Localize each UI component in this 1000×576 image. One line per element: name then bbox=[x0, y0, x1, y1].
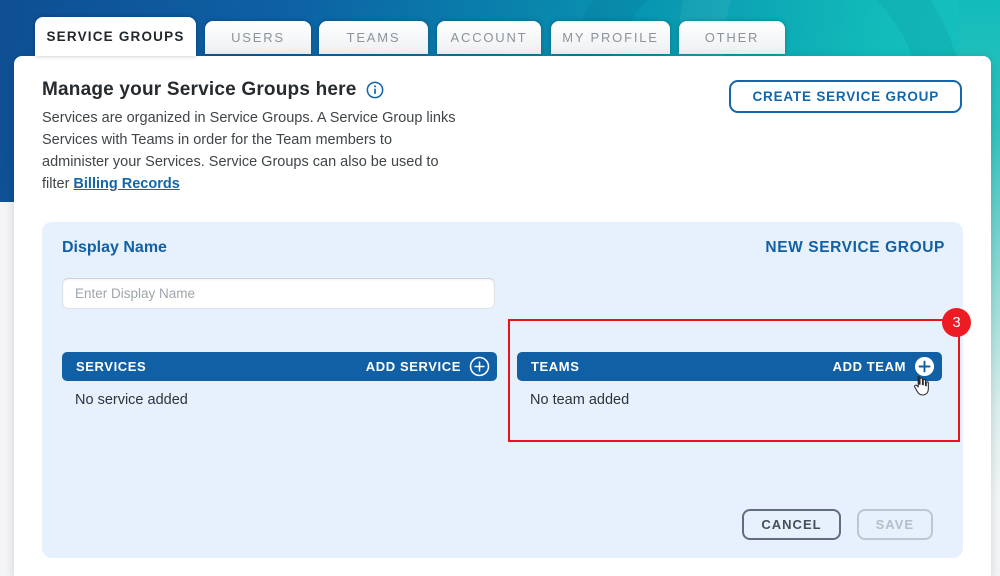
info-icon[interactable] bbox=[366, 81, 384, 99]
panel-header: Display Name NEW SERVICE GROUP bbox=[62, 239, 945, 257]
description-line: Services with Teams in order for the Tea… bbox=[42, 129, 455, 151]
teams-empty-text: No team added bbox=[530, 392, 942, 408]
billing-records-link[interactable]: Billing Records bbox=[73, 176, 179, 192]
service-group-form-panel: Display Name NEW SERVICE GROUP SERVICES … bbox=[42, 222, 963, 558]
cancel-button[interactable]: CANCEL bbox=[742, 509, 840, 540]
teams-section: TEAMS ADD TEAM No team added bbox=[517, 352, 942, 408]
teams-header-label: TEAMS bbox=[531, 359, 580, 374]
main-card: Manage your Service Groups here Services… bbox=[14, 56, 991, 576]
tab-teams[interactable]: TEAMS bbox=[319, 21, 428, 54]
page-description: Services are organized in Service Groups… bbox=[42, 107, 455, 195]
services-empty-text: No service added bbox=[75, 392, 497, 408]
description-line-prefix: filter bbox=[42, 176, 73, 192]
tab-service-groups[interactable]: SERVICE GROUPS bbox=[35, 17, 196, 56]
display-name-input[interactable] bbox=[62, 278, 495, 309]
tab-my-profile[interactable]: MY PROFILE bbox=[551, 21, 670, 54]
add-team-label: ADD TEAM bbox=[833, 359, 906, 374]
save-button[interactable]: SAVE bbox=[857, 509, 933, 540]
plus-circle-icon bbox=[469, 356, 490, 377]
services-section: SERVICES ADD SERVICE No service added bbox=[62, 352, 497, 408]
panel-title: NEW SERVICE GROUP bbox=[765, 239, 945, 257]
tab-users[interactable]: USERS bbox=[205, 21, 311, 54]
annotation-step-badge: 3 bbox=[942, 308, 971, 337]
tab-account[interactable]: ACCOUNT bbox=[437, 21, 541, 54]
display-name-label: Display Name bbox=[62, 239, 167, 257]
services-header-label: SERVICES bbox=[76, 359, 146, 374]
page-title: Manage your Service Groups here bbox=[42, 79, 357, 101]
tab-other[interactable]: OTHER bbox=[679, 21, 785, 54]
plus-circle-icon-hover bbox=[914, 356, 935, 377]
add-service-label: ADD SERVICE bbox=[366, 359, 461, 374]
description-line: filter Billing Records bbox=[42, 173, 455, 195]
description-line: Services are organized in Service Groups… bbox=[42, 107, 455, 129]
teams-bar: TEAMS ADD TEAM bbox=[517, 352, 942, 381]
add-team-button[interactable]: ADD TEAM bbox=[833, 356, 935, 377]
create-service-group-button[interactable]: CREATE SERVICE GROUP bbox=[729, 80, 962, 113]
description-line: administer your Services. Service Groups… bbox=[42, 151, 455, 173]
form-actions: CANCEL SAVE bbox=[742, 509, 933, 540]
header-title-row: Manage your Service Groups here bbox=[42, 79, 384, 101]
services-bar: SERVICES ADD SERVICE bbox=[62, 352, 497, 381]
add-service-button[interactable]: ADD SERVICE bbox=[366, 356, 490, 377]
